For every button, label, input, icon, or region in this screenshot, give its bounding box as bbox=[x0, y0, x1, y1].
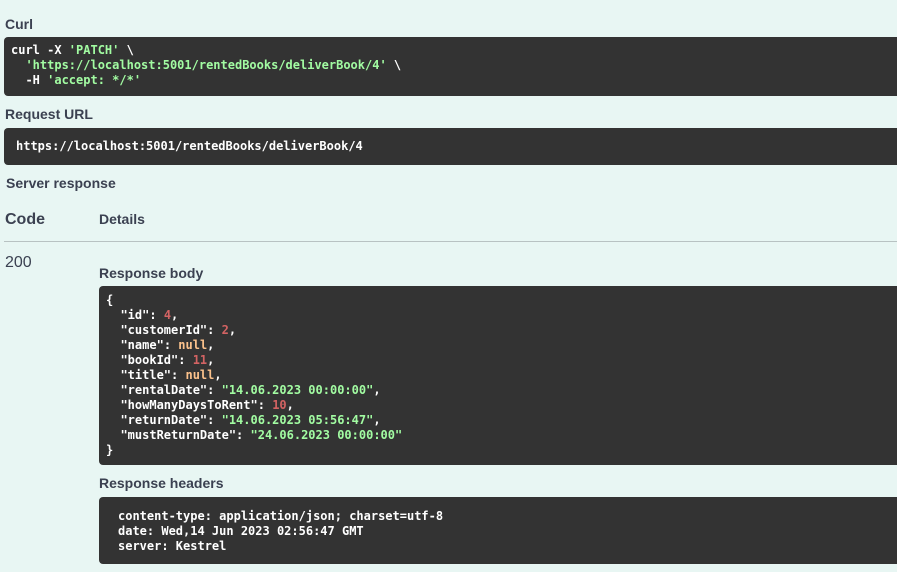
curl-accept-header: 'accept: */*' bbox=[47, 73, 142, 87]
json-field-line: "rentalDate": "14.06.2023 00:00:00", bbox=[120, 383, 381, 397]
json-key: "id" bbox=[120, 308, 150, 322]
json-field-line: "title": null, bbox=[120, 368, 222, 382]
json-field-line: "mustReturnDate": "24.06.2023 00:00:00" bbox=[120, 428, 403, 442]
json-close-brace: } bbox=[106, 443, 114, 457]
response-headers-label: Response headers bbox=[99, 475, 224, 491]
request-url-label: Request URL bbox=[5, 106, 93, 122]
response-body-label: Response body bbox=[99, 265, 204, 281]
json-field-line: "howManyDaysToRent": 10, bbox=[120, 398, 294, 412]
response-status-code: 200 bbox=[5, 254, 32, 271]
json-field-line: "customerId": 2, bbox=[120, 323, 237, 337]
json-key: "customerId" bbox=[120, 323, 208, 337]
table-header-divider bbox=[4, 241, 897, 242]
json-field-line: "name": null, bbox=[120, 338, 215, 352]
json-value: null bbox=[178, 338, 208, 352]
json-value: 10 bbox=[272, 398, 287, 412]
json-value: "14.06.2023 00:00:00" bbox=[221, 383, 374, 397]
json-value: 4 bbox=[163, 308, 172, 322]
json-value: null bbox=[185, 368, 215, 382]
request-url-value: https://localhost:5001/rentedBooks/deliv… bbox=[16, 139, 363, 153]
server-response-label: Server response bbox=[6, 175, 116, 191]
json-value: 11 bbox=[192, 353, 208, 367]
json-key: "title" bbox=[120, 368, 172, 382]
json-key: "howManyDaysToRent" bbox=[120, 398, 258, 412]
json-key: "mustReturnDate" bbox=[120, 428, 237, 442]
json-fields: "id": 4, "customerId": 2, "name": null, … bbox=[106, 308, 897, 443]
json-key: "bookId" bbox=[120, 353, 179, 367]
response-header-line: content-type: application/json; charset=… bbox=[118, 509, 444, 523]
json-key: "returnDate" bbox=[120, 413, 208, 427]
json-field-line: "id": 4, bbox=[120, 308, 179, 322]
code-column-header: Code bbox=[5, 211, 45, 228]
request-url-block[interactable]: https://localhost:5001/rentedBooks/deliv… bbox=[4, 128, 897, 165]
curl-header-flag: -H bbox=[11, 73, 48, 87]
curl-command: curl -X bbox=[11, 43, 69, 57]
json-field-line: "returnDate": "14.06.2023 05:56:47", bbox=[120, 413, 381, 427]
header-lines: content-type: application/json; charset=… bbox=[118, 509, 897, 554]
json-key: "rentalDate" bbox=[120, 383, 208, 397]
json-key: "name" bbox=[120, 338, 164, 352]
curl-code-block[interactable]: curl -X 'PATCH' \ 'https://localhost:500… bbox=[4, 37, 897, 96]
json-field-line: "bookId": 11, bbox=[120, 353, 215, 367]
details-column-header: Details bbox=[99, 211, 145, 227]
curl-continuation: \ bbox=[386, 58, 402, 72]
response-body-block[interactable]: { "id": 4, "customerId": 2, "name": null… bbox=[99, 286, 897, 465]
json-open-brace: { bbox=[106, 293, 114, 307]
json-value: "14.06.2023 05:56:47" bbox=[221, 413, 374, 427]
curl-url: 'https://localhost:5001/rentedBooks/deli… bbox=[25, 58, 387, 72]
curl-label: Curl bbox=[5, 16, 33, 32]
curl-continuation: \ bbox=[119, 43, 134, 57]
json-value: 2 bbox=[221, 323, 229, 337]
response-header-line: date: Wed,14 Jun 2023 02:56:47 GMT bbox=[118, 524, 364, 538]
json-value: "24.06.2023 00:00:00" bbox=[250, 428, 403, 442]
response-headers-block[interactable]: content-type: application/json; charset=… bbox=[99, 497, 897, 564]
curl-method: 'PATCH' bbox=[68, 43, 120, 57]
response-header-line: server: Kestrel bbox=[118, 539, 227, 553]
